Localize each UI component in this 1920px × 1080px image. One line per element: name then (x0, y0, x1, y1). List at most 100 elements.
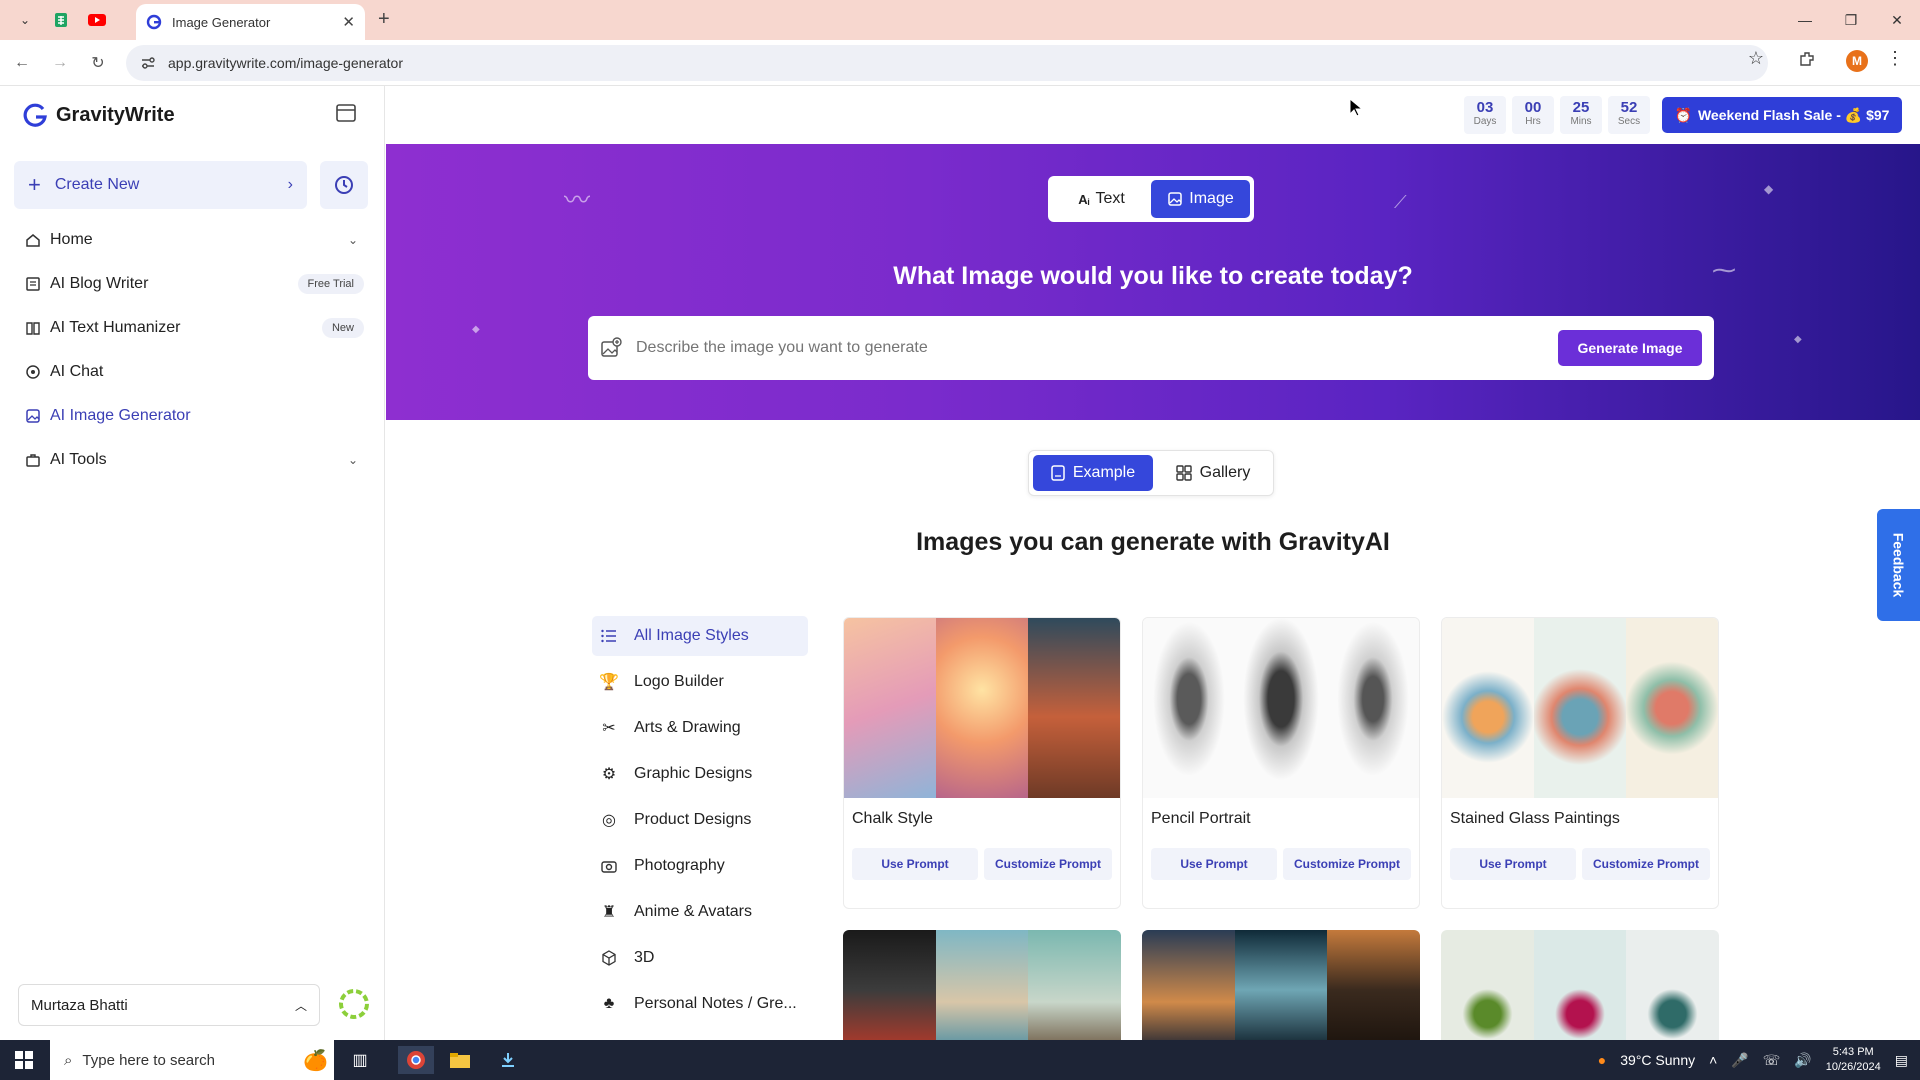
tab-gallery[interactable]: Gallery (1157, 455, 1269, 491)
generate-image-button[interactable]: Generate Image (1558, 330, 1702, 366)
flash-sale-button[interactable]: ⏰ Weekend Flash Sale - 💰 $97 (1662, 97, 1902, 133)
category-graphic-designs[interactable]: ⚙ Graphic Designs (592, 754, 808, 794)
extensions-icon[interactable] (1798, 50, 1816, 73)
forward-icon[interactable]: → (44, 47, 76, 79)
create-new-button[interactable]: + Create New › (14, 161, 307, 209)
user-account-select[interactable]: Murtaza Bhatti ︿ (18, 984, 320, 1026)
customize-prompt-button[interactable]: Customize Prompt (1283, 848, 1411, 880)
sidebar-item-home[interactable]: Home ⌄ (24, 224, 364, 256)
microphone-icon[interactable]: 🎤 (1731, 1052, 1748, 1069)
chevron-right-icon: › (287, 176, 293, 193)
image-icon (1168, 192, 1183, 206)
back-icon[interactable]: ← (6, 47, 38, 79)
reload-icon[interactable]: ↻ (82, 47, 114, 79)
document-icon (1051, 465, 1065, 481)
brand-logo[interactable]: GravityWrite (22, 102, 175, 128)
chevron-down-icon[interactable]: ⌄ (348, 233, 358, 247)
style-card-stained-glass[interactable]: Stained Glass Paintings Use Prompt Custo… (1441, 617, 1719, 909)
tab-gallery-label: Gallery (1199, 464, 1251, 481)
browser-menu-icon[interactable]: ⋮ (1886, 48, 1904, 69)
category-arts-drawing[interactable]: ✂ Arts & Drawing (592, 708, 808, 748)
close-window-icon[interactable]: ✕ (1874, 0, 1920, 40)
url-bar[interactable]: app.gravitywrite.com/image-generator (126, 45, 1768, 81)
taskbar-search[interactable]: ⌕ Type here to search 🍊 (50, 1040, 334, 1080)
use-prompt-button[interactable]: Use Prompt (1450, 848, 1576, 880)
new-tab-icon[interactable]: + (378, 8, 390, 31)
customize-prompt-button[interactable]: Customize Prompt (984, 848, 1112, 880)
category-label: Product Designs (634, 811, 752, 828)
file-explorer-icon[interactable] (446, 1046, 474, 1074)
add-image-icon[interactable] (600, 337, 622, 359)
tab-text-label: Text (1095, 190, 1125, 207)
category-all-image-styles[interactable]: All Image Styles (592, 616, 808, 656)
tab-list-chevron-icon[interactable]: ⌄ (14, 9, 36, 31)
customize-prompt-button[interactable]: Customize Prompt (1582, 848, 1710, 880)
palette-icon: ⚙ (601, 766, 617, 783)
url-text: app.gravitywrite.com/image-generator (168, 55, 403, 71)
category-logo-builder[interactable]: 🏆 Logo Builder (592, 662, 808, 702)
notifications-icon[interactable]: ▤ (1895, 1052, 1908, 1069)
create-new-label: Create New (54, 176, 140, 193)
bookmark-star-icon[interactable]: ☆ (1748, 48, 1764, 69)
tab-image-label: Image (1189, 190, 1234, 207)
sidebar-item-ai-text-humanizer[interactable]: AI Text Humanizer New (24, 312, 364, 344)
sidebar-item-label: AI Tools (50, 451, 107, 468)
window-controls: — ❐ ✕ (1782, 0, 1920, 40)
address-toolbar: ← → ↻ app.gravitywrite.com/image-generat… (0, 40, 1920, 86)
profile-avatar[interactable]: M (1846, 50, 1868, 72)
style-card-surreal[interactable] (843, 930, 1121, 1050)
hero-title: What Image would you like to create toda… (893, 262, 1413, 290)
style-card-cinematic[interactable] (1142, 930, 1420, 1050)
task-view-icon[interactable]: ▥ (346, 1046, 374, 1074)
brand-name: GravityWrite (56, 103, 175, 126)
minimize-icon[interactable]: — (1782, 0, 1828, 40)
sidebar-item-ai-chat[interactable]: AI Chat (24, 356, 364, 388)
avatar-icon: ♜ (601, 904, 617, 921)
sidebar-item-ai-blog-writer[interactable]: AI Blog Writer Free Trial (24, 268, 364, 300)
tab-title: Image Generator (172, 14, 271, 30)
sidebar-item-ai-tools[interactable]: AI Tools ⌄ (24, 444, 364, 476)
collapse-sidebar-icon[interactable] (336, 104, 356, 127)
tab-image[interactable]: Image (1151, 180, 1250, 218)
use-prompt-button[interactable]: Use Prompt (852, 848, 978, 880)
restore-icon[interactable]: ❐ (1828, 0, 1874, 40)
app-taskbar-icon[interactable] (494, 1046, 522, 1074)
book-icon (24, 319, 42, 337)
user-name: Murtaza Bhatti (31, 996, 128, 1014)
system-clock[interactable]: 5:43 PM 10/26/2024 (1826, 1045, 1881, 1075)
category-label: Logo Builder (634, 673, 724, 690)
chat-icon (24, 363, 42, 381)
style-card-logos[interactable] (1441, 930, 1719, 1050)
sidebar-item-label: AI Blog Writer (50, 275, 149, 292)
active-browser-tab[interactable]: Image Generator ✕ (136, 4, 365, 40)
category-product-designs[interactable]: ◎ Product Designs (592, 800, 808, 840)
history-button[interactable] (320, 161, 368, 209)
stained-glass-preview-image (1442, 618, 1718, 798)
timer-hours: 00 Hrs (1512, 96, 1554, 134)
timer-minutes: 25 Mins (1560, 96, 1602, 134)
network-icon[interactable]: ☏ (1763, 1052, 1781, 1069)
tab-text[interactable]: Aᵢ Text (1052, 180, 1151, 218)
category-anime-avatars[interactable]: ♜ Anime & Avatars (592, 892, 808, 932)
timer-seconds: 52 Secs (1608, 96, 1650, 134)
image-prompt-input[interactable] (636, 339, 1536, 357)
style-card-chalk[interactable]: Chalk Style Use Prompt Customize Prompt (843, 617, 1121, 909)
volume-icon[interactable]: 🔊 (1794, 1052, 1811, 1069)
sheets-tab-icon[interactable] (50, 9, 72, 31)
tray-chevron-icon[interactable]: ˄ (1709, 1052, 1717, 1068)
chrome-taskbar-icon[interactable] (398, 1046, 434, 1074)
list-icon (600, 627, 618, 645)
windows-start-icon[interactable] (10, 1046, 38, 1074)
category-photography[interactable]: Photography (592, 846, 808, 886)
site-info-icon[interactable] (140, 55, 156, 71)
feedback-tab[interactable]: Feedback (1877, 509, 1920, 621)
style-card-pencil-portrait[interactable]: Pencil Portrait Use Prompt Customize Pro… (1142, 617, 1420, 909)
tab-example[interactable]: Example (1033, 455, 1153, 491)
category-personal-notes[interactable]: ♣ Personal Notes / Gre... (592, 984, 808, 1024)
close-tab-icon[interactable]: ✕ (342, 13, 355, 31)
sidebar-item-ai-image-generator[interactable]: AI Image Generator (24, 400, 364, 432)
category-3d[interactable]: 3D (592, 938, 808, 978)
chevron-down-icon[interactable]: ⌄ (348, 453, 358, 467)
use-prompt-button[interactable]: Use Prompt (1151, 848, 1277, 880)
youtube-tab-icon[interactable] (86, 9, 108, 31)
